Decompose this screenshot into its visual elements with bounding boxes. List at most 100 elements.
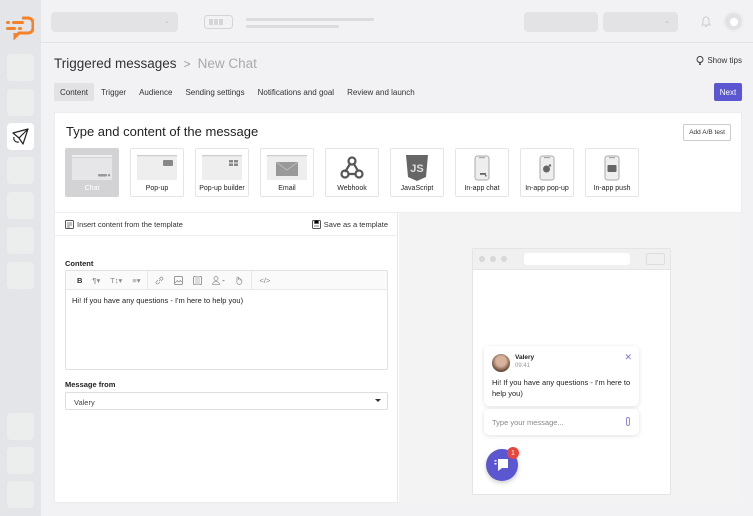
type-label: Webhook	[337, 185, 367, 192]
sidebar-item-10[interactable]	[7, 481, 34, 508]
phone-push-icon	[604, 155, 620, 181]
window-dot	[490, 256, 496, 262]
browser-header	[473, 249, 670, 270]
message-type-list: Chat Pop-up Pop-up builder Email Webhook…	[65, 148, 639, 197]
phone-chat-icon	[474, 155, 490, 181]
save-template-button[interactable]: Save as a template	[311, 220, 388, 229]
type-in-app-popup[interactable]: In-app pop-up	[520, 148, 574, 197]
breadcrumb-separator: >	[183, 56, 191, 71]
variable-button[interactable]	[207, 271, 230, 290]
content-text[interactable]: Hi! If you have any questions - I'm here…	[66, 290, 387, 311]
type-popup[interactable]: Pop-up	[130, 148, 184, 197]
javascript-icon: JS	[406, 155, 428, 181]
next-button[interactable]: Next	[714, 83, 742, 101]
toolbar-divider	[147, 270, 149, 290]
tab-content[interactable]: Content	[54, 83, 95, 101]
bell-icon[interactable]	[700, 15, 712, 28]
tab-sending-settings[interactable]: Sending settings	[179, 83, 250, 101]
project-select[interactable]: ⌄	[51, 12, 178, 32]
tab-audience[interactable]: Audience	[133, 83, 178, 101]
chat-bubble-icon	[494, 459, 508, 471]
breadcrumb: Triggered messages > New Chat	[54, 56, 257, 71]
paperclip-icon[interactable]	[626, 417, 630, 426]
chat-window-icon	[72, 155, 112, 180]
link-button[interactable]	[150, 271, 169, 290]
tab-review-launch[interactable]: Review and launch	[341, 83, 421, 101]
sidebar-item-4[interactable]	[7, 157, 34, 184]
lightbulb-icon	[696, 56, 704, 65]
chat-input[interactable]: Type your message...	[484, 409, 639, 435]
tab-trigger[interactable]: Trigger	[95, 83, 132, 101]
type-in-app-chat[interactable]: In-app chat	[455, 148, 509, 197]
chevron-down-icon: ⌄	[664, 18, 670, 25]
type-label: Pop-up	[145, 185, 169, 192]
paragraph-button[interactable]: ¶▾	[87, 271, 105, 290]
editor-toolbar: B ¶▾ T↕▾ ≡▾ </>	[66, 270, 387, 290]
type-popup-builder[interactable]: Pop-up builder	[195, 148, 249, 197]
add-ab-test-button[interactable]: Add A/B test	[683, 124, 731, 141]
sidebar	[0, 0, 41, 516]
insert-template-button[interactable]: Insert content from the template	[65, 220, 183, 229]
sidebar-item-7[interactable]	[7, 262, 34, 289]
svg-text:JS: JS	[410, 163, 423, 175]
close-icon[interactable]: ✕	[624, 352, 632, 363]
breadcrumb-parent[interactable]: Triggered messages	[54, 56, 177, 71]
emoji-button[interactable]	[230, 271, 249, 290]
type-chat[interactable]: Chat	[65, 148, 119, 197]
show-tips-label: Show tips	[707, 56, 742, 65]
url-bar	[524, 253, 630, 265]
tab-notifications-goal[interactable]: Notifications and goal	[252, 83, 341, 101]
window-dot	[501, 256, 507, 262]
chat-message-card: Valery 09:41 ✕ Hi! If you have any quest…	[484, 346, 639, 406]
sidebar-item-6[interactable]	[7, 227, 34, 254]
sender-avatar	[492, 354, 510, 372]
toolbar-divider	[251, 270, 253, 290]
chat-message-text: Hi! If you have any questions - I'm here…	[492, 378, 631, 398]
top-bar: ⌄ ⌄	[41, 0, 753, 43]
sidebar-item-campaigns[interactable]	[7, 123, 34, 150]
sidebar-item-8[interactable]	[7, 413, 34, 440]
battery-icon	[204, 15, 233, 29]
template-icon	[65, 220, 74, 229]
placeholder-button[interactable]	[524, 12, 598, 32]
editor-pane: Insert content from the template Save as…	[55, 213, 398, 503]
block-button[interactable]	[188, 271, 207, 290]
message-card: Type and content of the message Add A/B …	[54, 112, 742, 503]
show-tips-button[interactable]: Show tips	[696, 56, 742, 65]
image-button[interactable]	[169, 271, 188, 290]
sidebar-item-5[interactable]	[7, 192, 34, 219]
insert-template-label: Insert content from the template	[77, 220, 183, 229]
save-template-label: Save as a template	[323, 220, 388, 229]
phone-popup-icon	[539, 155, 555, 181]
envelope-icon	[267, 155, 307, 180]
placeholder-select[interactable]: ⌄	[603, 12, 678, 32]
type-email[interactable]: Email	[260, 148, 314, 197]
sidebar-item-2[interactable]	[7, 89, 34, 116]
type-in-app-push[interactable]: In-app push	[585, 148, 639, 197]
align-button[interactable]: ≡▾	[127, 271, 145, 290]
sender-name: Valery	[515, 354, 535, 361]
browser-mockup: Valery 09:41 ✕ Hi! If you have any quest…	[472, 248, 671, 495]
popup-builder-icon	[202, 155, 242, 180]
type-webhook[interactable]: Webhook	[325, 148, 379, 197]
type-javascript[interactable]: JS JavaScript	[390, 148, 444, 197]
type-label: Pop-up builder	[199, 185, 245, 192]
type-label: In-app pop-up	[525, 185, 569, 192]
message-from-select[interactable]: Valery	[65, 392, 388, 410]
bold-button[interactable]: B	[72, 271, 87, 290]
sidebar-item-1[interactable]	[7, 54, 34, 81]
text-size-button[interactable]: T↕▾	[105, 271, 127, 290]
paper-plane-icon	[12, 128, 29, 145]
logo-icon[interactable]	[6, 16, 34, 40]
content-editor: B ¶▾ T↕▾ ≡▾ </> Hi! If you have any ques…	[65, 270, 388, 370]
template-bar: Insert content from the template Save as…	[55, 213, 398, 236]
placeholder-line	[246, 18, 374, 21]
block-icon	[193, 275, 203, 285]
user-avatar[interactable]	[723, 11, 744, 32]
window-dot	[479, 256, 485, 262]
webhook-icon	[340, 156, 364, 179]
step-tabs: Content Trigger Audience Sending setting…	[54, 83, 422, 101]
sidebar-item-9[interactable]	[7, 447, 34, 474]
chevron-down-icon: ⌄	[164, 18, 170, 25]
code-view-button[interactable]: </>	[254, 271, 275, 290]
